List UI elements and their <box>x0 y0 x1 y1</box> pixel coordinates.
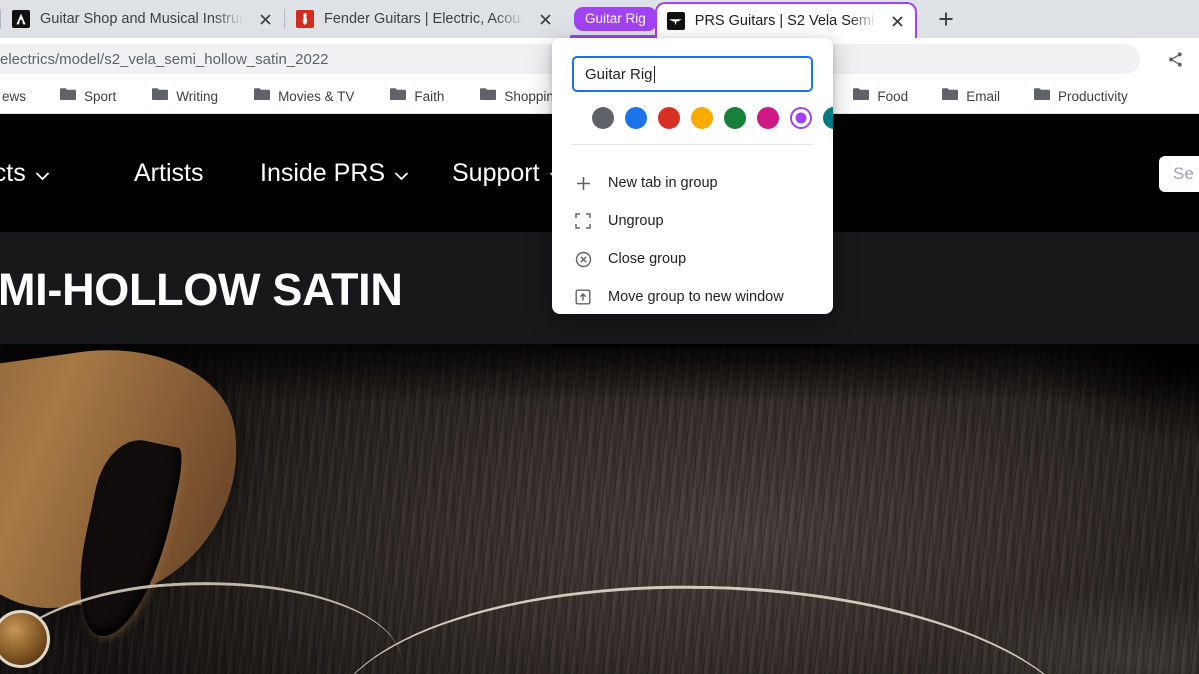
menu-item-move-group-to-new-window[interactable]: Move group to new window <box>552 278 833 314</box>
browser-tab[interactable]: Fender Guitars | Electric, Acousti <box>284 0 564 38</box>
tab-separator <box>284 9 285 29</box>
ungroup-icon <box>574 212 592 230</box>
site-search-placeholder: Se <box>1173 164 1194 183</box>
tab-group-chip[interactable]: Guitar Rig <box>574 6 657 32</box>
bookmark-folder[interactable]: Movies & TV <box>246 83 362 110</box>
folder-icon <box>390 87 407 106</box>
folder-icon <box>853 87 870 106</box>
menu-item-ungroup[interactable]: Ungroup <box>552 202 833 240</box>
site-nav-label: ducts <box>0 158 26 187</box>
color-swatch-cyan[interactable] <box>823 107 833 129</box>
bookmark-folder[interactable]: Food <box>845 83 916 110</box>
folder-icon <box>152 87 169 106</box>
site-nav-item[interactable]: Inside PRS <box>260 159 409 188</box>
menu-item-label: Ungroup <box>608 213 664 229</box>
andertons-a-icon <box>12 10 30 28</box>
new-tab-button[interactable] <box>929 2 963 36</box>
menu-item-label: Move group to new window <box>608 289 784 305</box>
bookmark-folder[interactable]: Productivity <box>1026 83 1136 110</box>
tab-title: Fender Guitars | Electric, Acousti <box>324 11 524 27</box>
bookmark-label: Email <box>966 89 1000 104</box>
site-nav-item[interactable]: Artists <box>134 159 203 188</box>
plus-icon <box>574 174 592 192</box>
browser-tab-active[interactable]: PRS Guitars | S2 Vela Semi-Hollo <box>654 2 917 38</box>
popup-top-section: Guitar Rig <box>552 38 833 158</box>
folder-icon <box>480 87 497 106</box>
bookmark-label: Writing <box>176 89 219 104</box>
color-swatch-yellow[interactable] <box>691 107 713 129</box>
close-circle-icon <box>574 250 592 268</box>
bookmark-folder[interactable]: Writing <box>144 83 226 110</box>
tab-close-button[interactable] <box>254 8 276 30</box>
bookmark-label: Sport <box>84 89 117 104</box>
url-text: electrics/model/s2_vela_semi_hollow_sati… <box>0 50 329 68</box>
fender-guitar-icon <box>296 10 314 28</box>
menu-item-label: Close group <box>608 251 687 267</box>
tab-group-editor-popup: Guitar Rig New tab in group Ungroup Close … <box>552 38 833 314</box>
tab-separator <box>0 9 1 29</box>
menu-item-label: New tab in group <box>608 175 718 191</box>
group-name-value: Guitar Rig <box>585 65 653 83</box>
popup-divider <box>572 144 813 145</box>
guitar-hero-image <box>0 344 1199 674</box>
bookmark-label: Movies & TV <box>278 89 355 104</box>
tab-title: PRS Guitars | S2 Vela Semi-Hollo <box>694 13 877 29</box>
bookmark-folder[interactable]: Faith <box>382 83 452 110</box>
page-title: MI-HOLLOW SATIN <box>0 264 403 315</box>
folder-icon <box>60 87 77 106</box>
folder-icon <box>254 87 271 106</box>
chevron-down-icon <box>35 159 50 188</box>
site-nav-item[interactable]: ducts <box>0 159 50 188</box>
tab-group-chip-container: Guitar Rig <box>564 0 670 38</box>
bookmark-label: Productivity <box>1057 89 1128 104</box>
site-nav-label: Inside PRS <box>260 158 386 187</box>
bookmark-label: Food <box>877 89 909 104</box>
share-icon[interactable] <box>1159 43 1191 75</box>
tab-title: Guitar Shop and Musical Instrum <box>40 11 244 27</box>
site-nav-label: Support <box>452 158 540 187</box>
folder-icon <box>942 87 959 106</box>
site-nav-label: Artists <box>134 158 204 187</box>
chevron-down-icon <box>394 159 409 188</box>
site-search-box[interactable]: Se <box>1159 156 1199 192</box>
tab-strip: Guitar Shop and Musical Instrum Fender G… <box>0 0 1199 38</box>
bookmark-label: Faith <box>414 89 445 104</box>
group-color-swatches <box>572 92 833 129</box>
browser-window: Guitar Shop and Musical Instrum Fender G… <box>0 0 1199 674</box>
color-swatch-purple[interactable] <box>790 107 812 129</box>
bookmark-folder[interactable]: Email <box>934 83 1008 110</box>
image-corner-shadow <box>969 344 1199 474</box>
bookmark-folder[interactable]: Sport <box>52 83 124 110</box>
site-nav-item[interactable]: Support <box>452 159 564 188</box>
tab-close-button[interactable] <box>534 8 556 30</box>
bookmark-label: ews <box>2 89 27 104</box>
tab-close-button[interactable] <box>887 10 909 32</box>
prs-bird-icon <box>666 12 685 30</box>
color-swatch-blue[interactable] <box>625 107 647 129</box>
browser-tab[interactable]: Guitar Shop and Musical Instrum <box>0 0 284 38</box>
group-name-input[interactable]: Guitar Rig <box>572 56 813 92</box>
text-caret <box>653 65 655 83</box>
color-swatch-grey[interactable] <box>592 107 614 129</box>
folder-icon <box>1033 87 1050 106</box>
color-swatch-green[interactable] <box>724 107 746 129</box>
color-swatch-red[interactable] <box>658 107 680 129</box>
menu-item-close-group[interactable]: Close group <box>552 240 833 278</box>
bookmark-folder[interactable]: ews <box>0 85 34 108</box>
group-context-menu: New tab in group Ungroup Close group Move g… <box>552 158 833 314</box>
move-to-window-icon <box>574 288 592 306</box>
menu-item-new-tab-in-group[interactable]: New tab in group <box>552 164 833 202</box>
color-swatch-pink[interactable] <box>757 107 779 129</box>
